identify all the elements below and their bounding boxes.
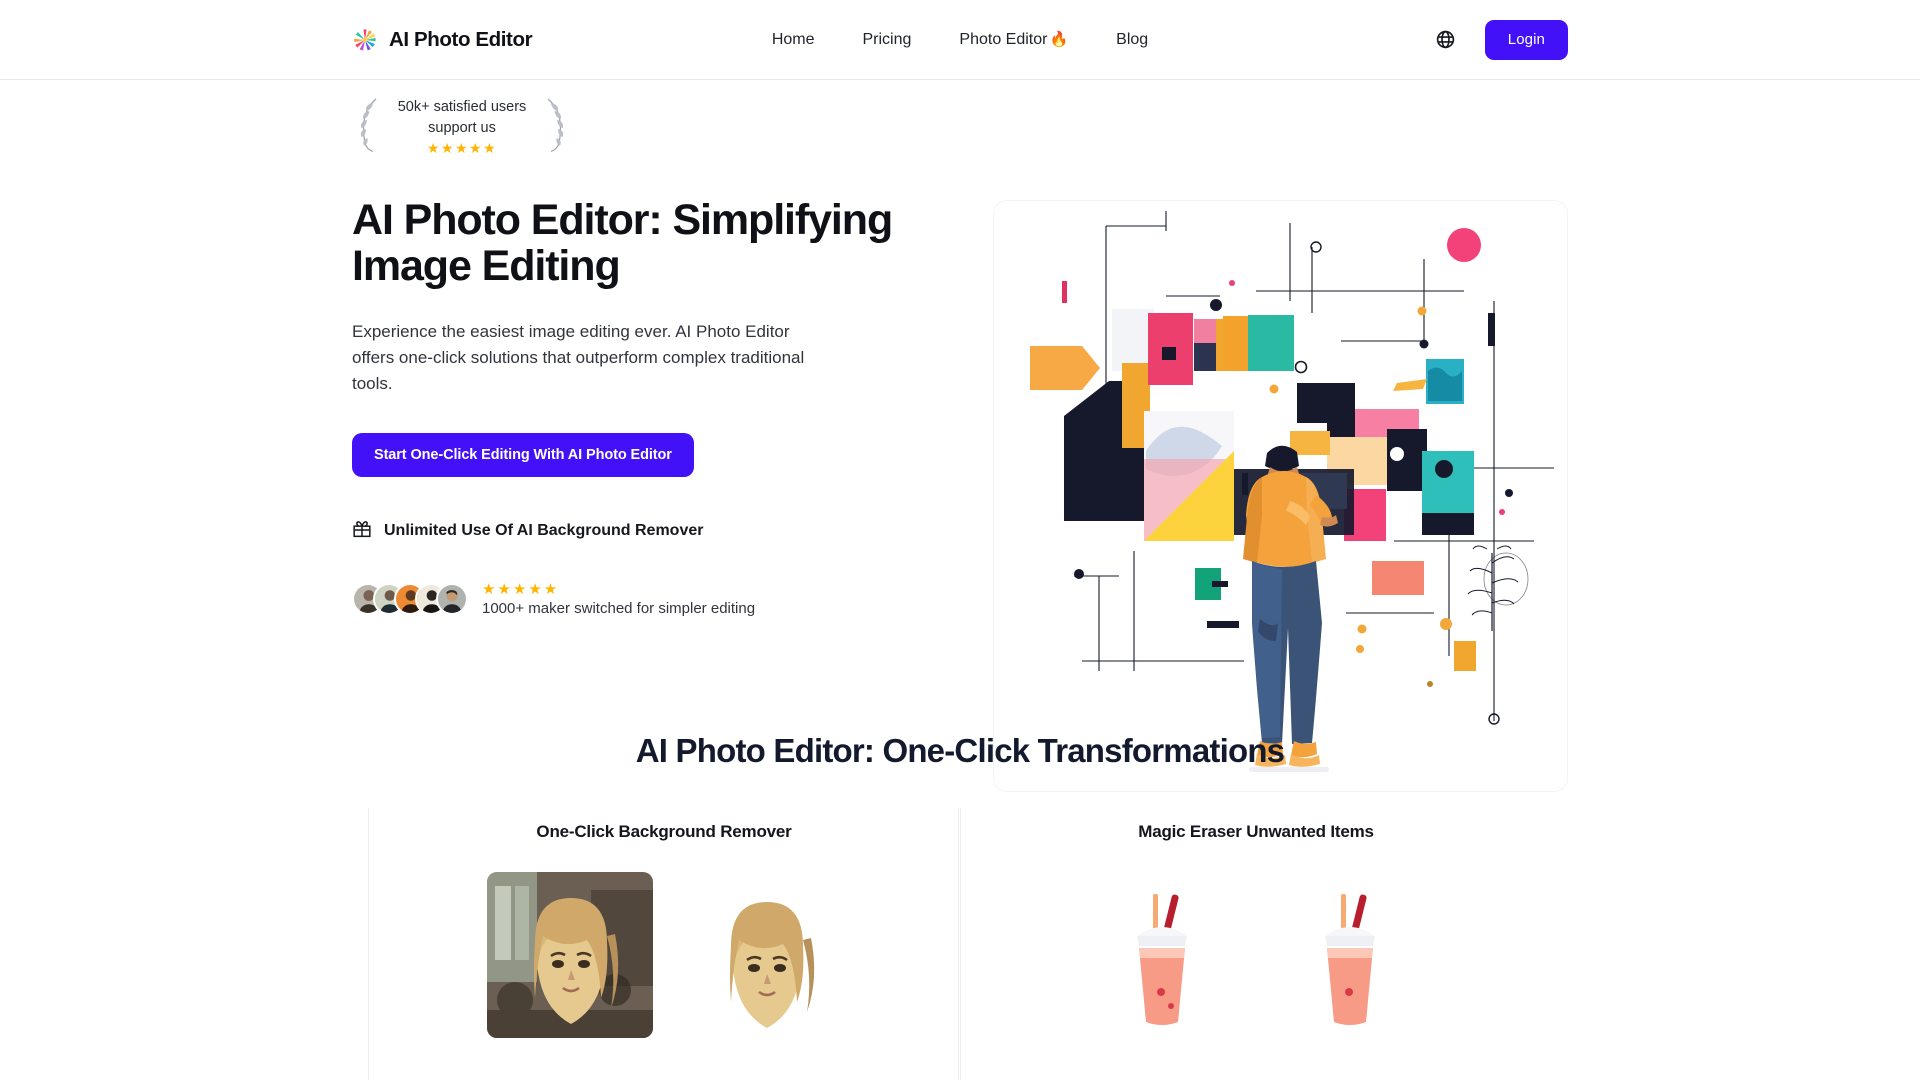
nav-item-blog[interactable]: Blog [1092, 31, 1172, 49]
badge-stars: ★★★★★ [426, 140, 498, 157]
features-section: AI Photo Editor: One-Click Transformatio… [0, 732, 1920, 1080]
laurel-left-icon [358, 96, 380, 159]
nav-label: Blog [1116, 30, 1149, 48]
before-image [1079, 872, 1245, 1038]
header-actions: Login [1433, 19, 1568, 60]
before-after-pair [398, 872, 930, 1038]
avatar-group [352, 583, 468, 616]
feature-card-magic-eraser: Magic Eraser Unwanted Items [958, 808, 1552, 1080]
nav-label: Pricing [862, 30, 912, 48]
gift-icon [352, 519, 372, 544]
hero-illustration [993, 200, 1568, 792]
nav-item-photo-editor[interactable]: Photo Editor 🔥 [935, 31, 1092, 49]
brand[interactable]: AI Photo Editor [352, 27, 533, 53]
before-after-pair [990, 872, 1522, 1038]
card-title: One-Click Background Remover [536, 822, 792, 841]
avatar [436, 583, 468, 616]
fire-icon: 🔥 [1049, 31, 1069, 48]
proof-caption: 1000+ maker switched for simpler editing [482, 599, 756, 617]
pinwheel-logo-icon [352, 27, 378, 53]
site-header: AI Photo Editor Home Pricing Photo Edito… [0, 0, 1920, 80]
nav-label: Photo Editor [959, 30, 1048, 48]
perk-row: Unlimited Use Of AI Background Remover [352, 519, 952, 544]
proof-stars: ★★★★★ [482, 580, 560, 598]
section-title: AI Photo Editor: One-Click Transformatio… [635, 732, 1285, 769]
after-image [1267, 872, 1433, 1038]
page-title: AI Photo Editor: Simplifying Image Editi… [352, 196, 893, 291]
main-nav: Home Pricing Photo Editor 🔥 Blog [748, 31, 1172, 49]
nav-label: Home [771, 30, 815, 48]
social-proof-badge: 50k+ satisfied users support us ★★★★★ [358, 96, 566, 159]
hero-copy: 50k+ satisfied users support us ★★★★★ AI… [352, 96, 952, 617]
badge-line-2: support us [428, 119, 496, 136]
after-image [675, 872, 841, 1038]
before-image [487, 872, 653, 1038]
nav-item-pricing[interactable]: Pricing [839, 31, 936, 49]
globe-icon[interactable] [1433, 27, 1459, 53]
badge-text: 50k+ satisfied users support us ★★★★★ [384, 97, 540, 158]
hero-subtitle: Experience the easiest image editing eve… [352, 322, 805, 394]
start-editing-button[interactable]: Start One-Click Editing With AI Photo Ed… [352, 432, 694, 477]
login-button[interactable]: Login [1484, 19, 1568, 60]
brand-name: AI Photo Editor [389, 27, 533, 51]
feature-card-background-remover: One-Click Background Remover [368, 808, 960, 1080]
proof-text: ★★★★★ 1000+ maker switched for simpler e… [482, 582, 755, 617]
feature-cards: One-Click Background Remover Magic Erase… [0, 808, 1920, 1080]
perk-label: Unlimited Use Of AI Background Remover [384, 522, 704, 540]
user-social-proof: ★★★★★ 1000+ maker switched for simpler e… [352, 582, 952, 617]
laurel-right-icon [544, 96, 566, 159]
badge-line-1: 50k+ satisfied users [397, 99, 527, 116]
nav-item-home[interactable]: Home [748, 31, 839, 49]
hero-section: 50k+ satisfied users support us ★★★★★ AI… [0, 80, 1920, 792]
card-title: Magic Eraser Unwanted Items [1138, 822, 1374, 841]
